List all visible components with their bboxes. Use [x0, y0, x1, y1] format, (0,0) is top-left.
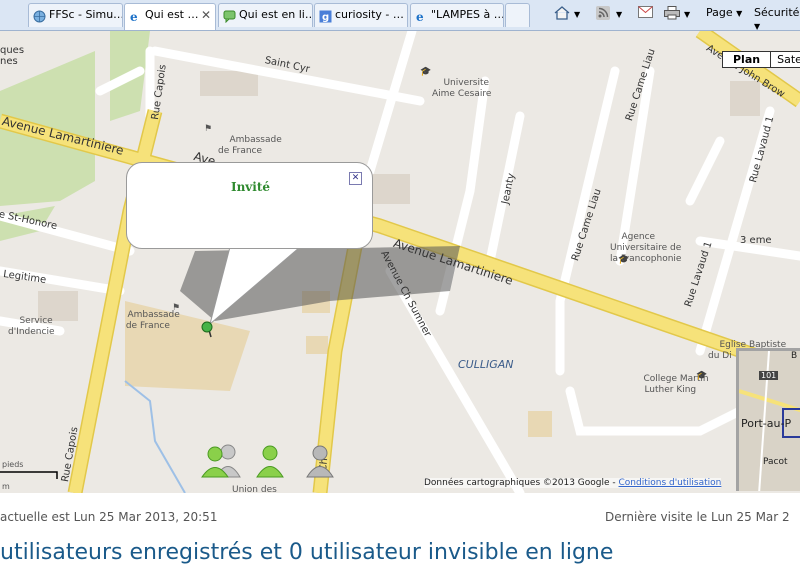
building	[528, 411, 552, 437]
poi-label: Universite Aime Cesaire	[432, 78, 492, 99]
building	[372, 174, 410, 204]
tab-ffsc[interactable]: FFSc - Simu…	[28, 3, 123, 27]
browser-tab-bar: FFSc - Simu… e Qui est … ✕ Qui est en li…	[0, 0, 800, 31]
google-map[interactable]: Saint Cyr Avenue Lamartiniere Ave Avenue…	[0, 31, 800, 493]
globe-icon	[33, 9, 46, 23]
building	[200, 71, 258, 96]
tab-curiosity[interactable]: g curiosity - …	[314, 3, 408, 27]
building	[306, 336, 328, 354]
info-window-title: Invité	[230, 180, 271, 194]
online-users-heading: utilisateurs enregistrés et 0 utilisateu…	[0, 540, 614, 565]
home-icon[interactable]	[554, 6, 570, 23]
scale-bar	[0, 471, 58, 479]
svg-text:g: g	[322, 12, 329, 23]
chevron-down-icon[interactable]: ▼	[574, 10, 580, 19]
minimap-label: Pacot	[763, 457, 788, 467]
poi-agence: Agence Universitaire de la Francophonie 🎓	[610, 221, 681, 276]
info-window: Invité ✕	[126, 162, 373, 249]
chevron-down-icon: ▼	[736, 9, 743, 18]
poi-label: Service d'Indencie	[8, 316, 55, 337]
page-menu-label: Page	[706, 6, 733, 19]
map-type-control: Plan Sate	[722, 51, 800, 68]
chevron-down-icon: ▼	[754, 22, 761, 31]
tab-lampes[interactable]: e "LAMPES à …	[410, 3, 504, 27]
tab-label: "LAMPES à …	[431, 8, 504, 21]
building	[730, 81, 760, 116]
poi-union: Union des	[232, 485, 277, 493]
mail-icon[interactable]	[638, 6, 653, 21]
map-type-plan-button[interactable]: Plan	[723, 52, 772, 67]
ie-icon: e	[415, 9, 428, 24]
district-label: ques nes	[0, 45, 25, 67]
tab-qui-est-active[interactable]: e Qui est … ✕	[124, 3, 216, 30]
chevron-down-icon[interactable]: ▼	[684, 10, 690, 19]
overview-minimap[interactable]: 101 Port-au-P Pacot B	[736, 348, 800, 491]
scale-label: m	[2, 482, 10, 491]
svg-text:e: e	[130, 10, 138, 23]
poi-label: Union des	[232, 485, 277, 493]
printer-icon[interactable]	[664, 6, 680, 23]
user-offline-icon[interactable]	[304, 442, 334, 478]
google-icon: g	[319, 9, 332, 23]
tab-label: Qui est en li…	[239, 8, 313, 21]
poi-service: Service d'Indencie	[8, 305, 55, 349]
last-visit-text: Dernière visite le Lun 25 Mar 2	[605, 510, 790, 524]
tab-label: Qui est …	[145, 8, 199, 21]
tab-label: curiosity - …	[335, 8, 404, 21]
poi-universite: 🎓 Universite Aime Cesaire	[420, 67, 491, 111]
command-bar: ▼ ▼ ▼ Page ▼ Sécurité ▼	[540, 0, 800, 32]
creek	[124, 380, 186, 493]
ie-icon: e	[129, 9, 142, 24]
user-group-icon[interactable]	[200, 442, 241, 478]
terms-link[interactable]: Conditions d'utilisation	[619, 478, 722, 488]
route-badge: 101	[759, 371, 779, 380]
map-type-satellite-button[interactable]: Sate	[771, 52, 800, 67]
user-online-icon[interactable]	[254, 442, 284, 478]
poi-college: College Martin Luther King 🎓	[632, 363, 708, 407]
close-icon[interactable]: ✕	[201, 4, 211, 26]
scale-label: pieds	[2, 460, 24, 469]
tab-qui-est-en-ligne[interactable]: Qui est en li…	[218, 3, 313, 27]
current-time-text: actuelle est Lun 25 Mar 2013, 20:51	[0, 510, 218, 524]
street-label: 3 eme	[740, 235, 772, 246]
flag-icon: ⚑	[204, 124, 213, 134]
chat-icon	[223, 9, 236, 24]
flag-icon: ⚑	[172, 303, 181, 313]
security-menu[interactable]: Sécurité ▼	[754, 6, 800, 32]
svg-text:e: e	[416, 10, 424, 23]
graduation-cap-icon: 🎓	[420, 67, 432, 77]
security-menu-label: Sécurité	[754, 6, 800, 19]
poi-label: Ambassade de France	[218, 135, 282, 156]
graduation-cap-icon: 🎓	[618, 255, 630, 265]
minimap-label: B	[791, 351, 798, 361]
page-menu[interactable]: Page ▼	[706, 6, 742, 19]
tab-label: FFSc - Simu…	[49, 8, 123, 21]
close-icon[interactable]: ✕	[349, 172, 362, 185]
map-copyright: Données cartographiques ©2013 Google - C…	[424, 478, 722, 488]
graduation-cap-icon: 🎓	[696, 371, 708, 381]
chevron-down-icon[interactable]: ▼	[616, 10, 622, 19]
district-label: CULLIGAN	[458, 358, 514, 371]
rss-icon[interactable]	[596, 6, 610, 23]
copyright-text: Données cartographiques ©2013 Google -	[424, 478, 619, 488]
poi-ambassade: Ambassade de France ⚑	[116, 299, 180, 343]
new-tab-button[interactable]	[505, 3, 530, 27]
minimap-label: Port-au-P	[741, 417, 792, 430]
